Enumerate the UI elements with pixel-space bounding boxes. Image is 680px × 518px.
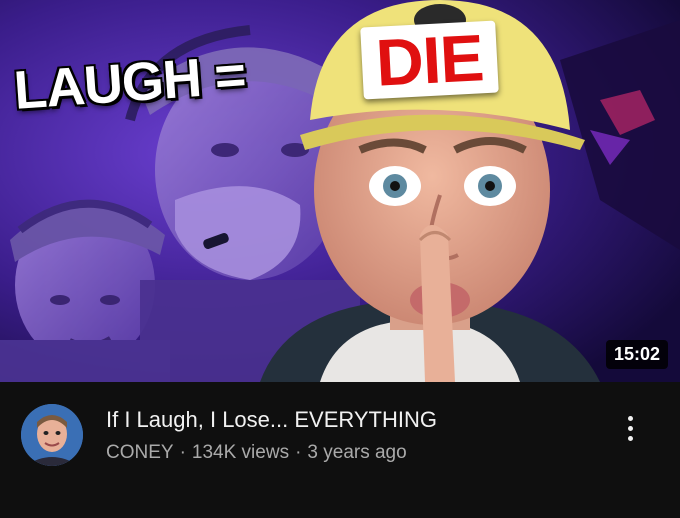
duration-badge: 15:02 [605,340,668,369]
upload-age: 3 years ago [307,442,407,463]
kebab-dot [627,415,633,421]
more-vert-icon[interactable] [612,408,648,448]
video-title[interactable]: If I Laugh, I Lose... EVERYTHING [106,406,606,434]
view-count: 134K views [191,442,290,463]
video-metadata: CONEY · 134K views · 3 years ago [106,440,407,466]
video-thumbnail[interactable]: LAUGH = DIE 15:02 [0,0,680,382]
separator: · [179,442,186,463]
thumbnail-text-die: DIE [360,20,499,100]
separator: · [295,442,302,463]
kebab-dot [627,425,633,431]
avatar-image [21,404,83,466]
channel-name[interactable]: CONEY [106,440,174,466]
channel-avatar[interactable] [21,404,83,466]
kebab-dot [627,435,633,441]
video-details: If I Laugh, I Lose... EVERYTHING CONEY · 1… [0,382,680,518]
